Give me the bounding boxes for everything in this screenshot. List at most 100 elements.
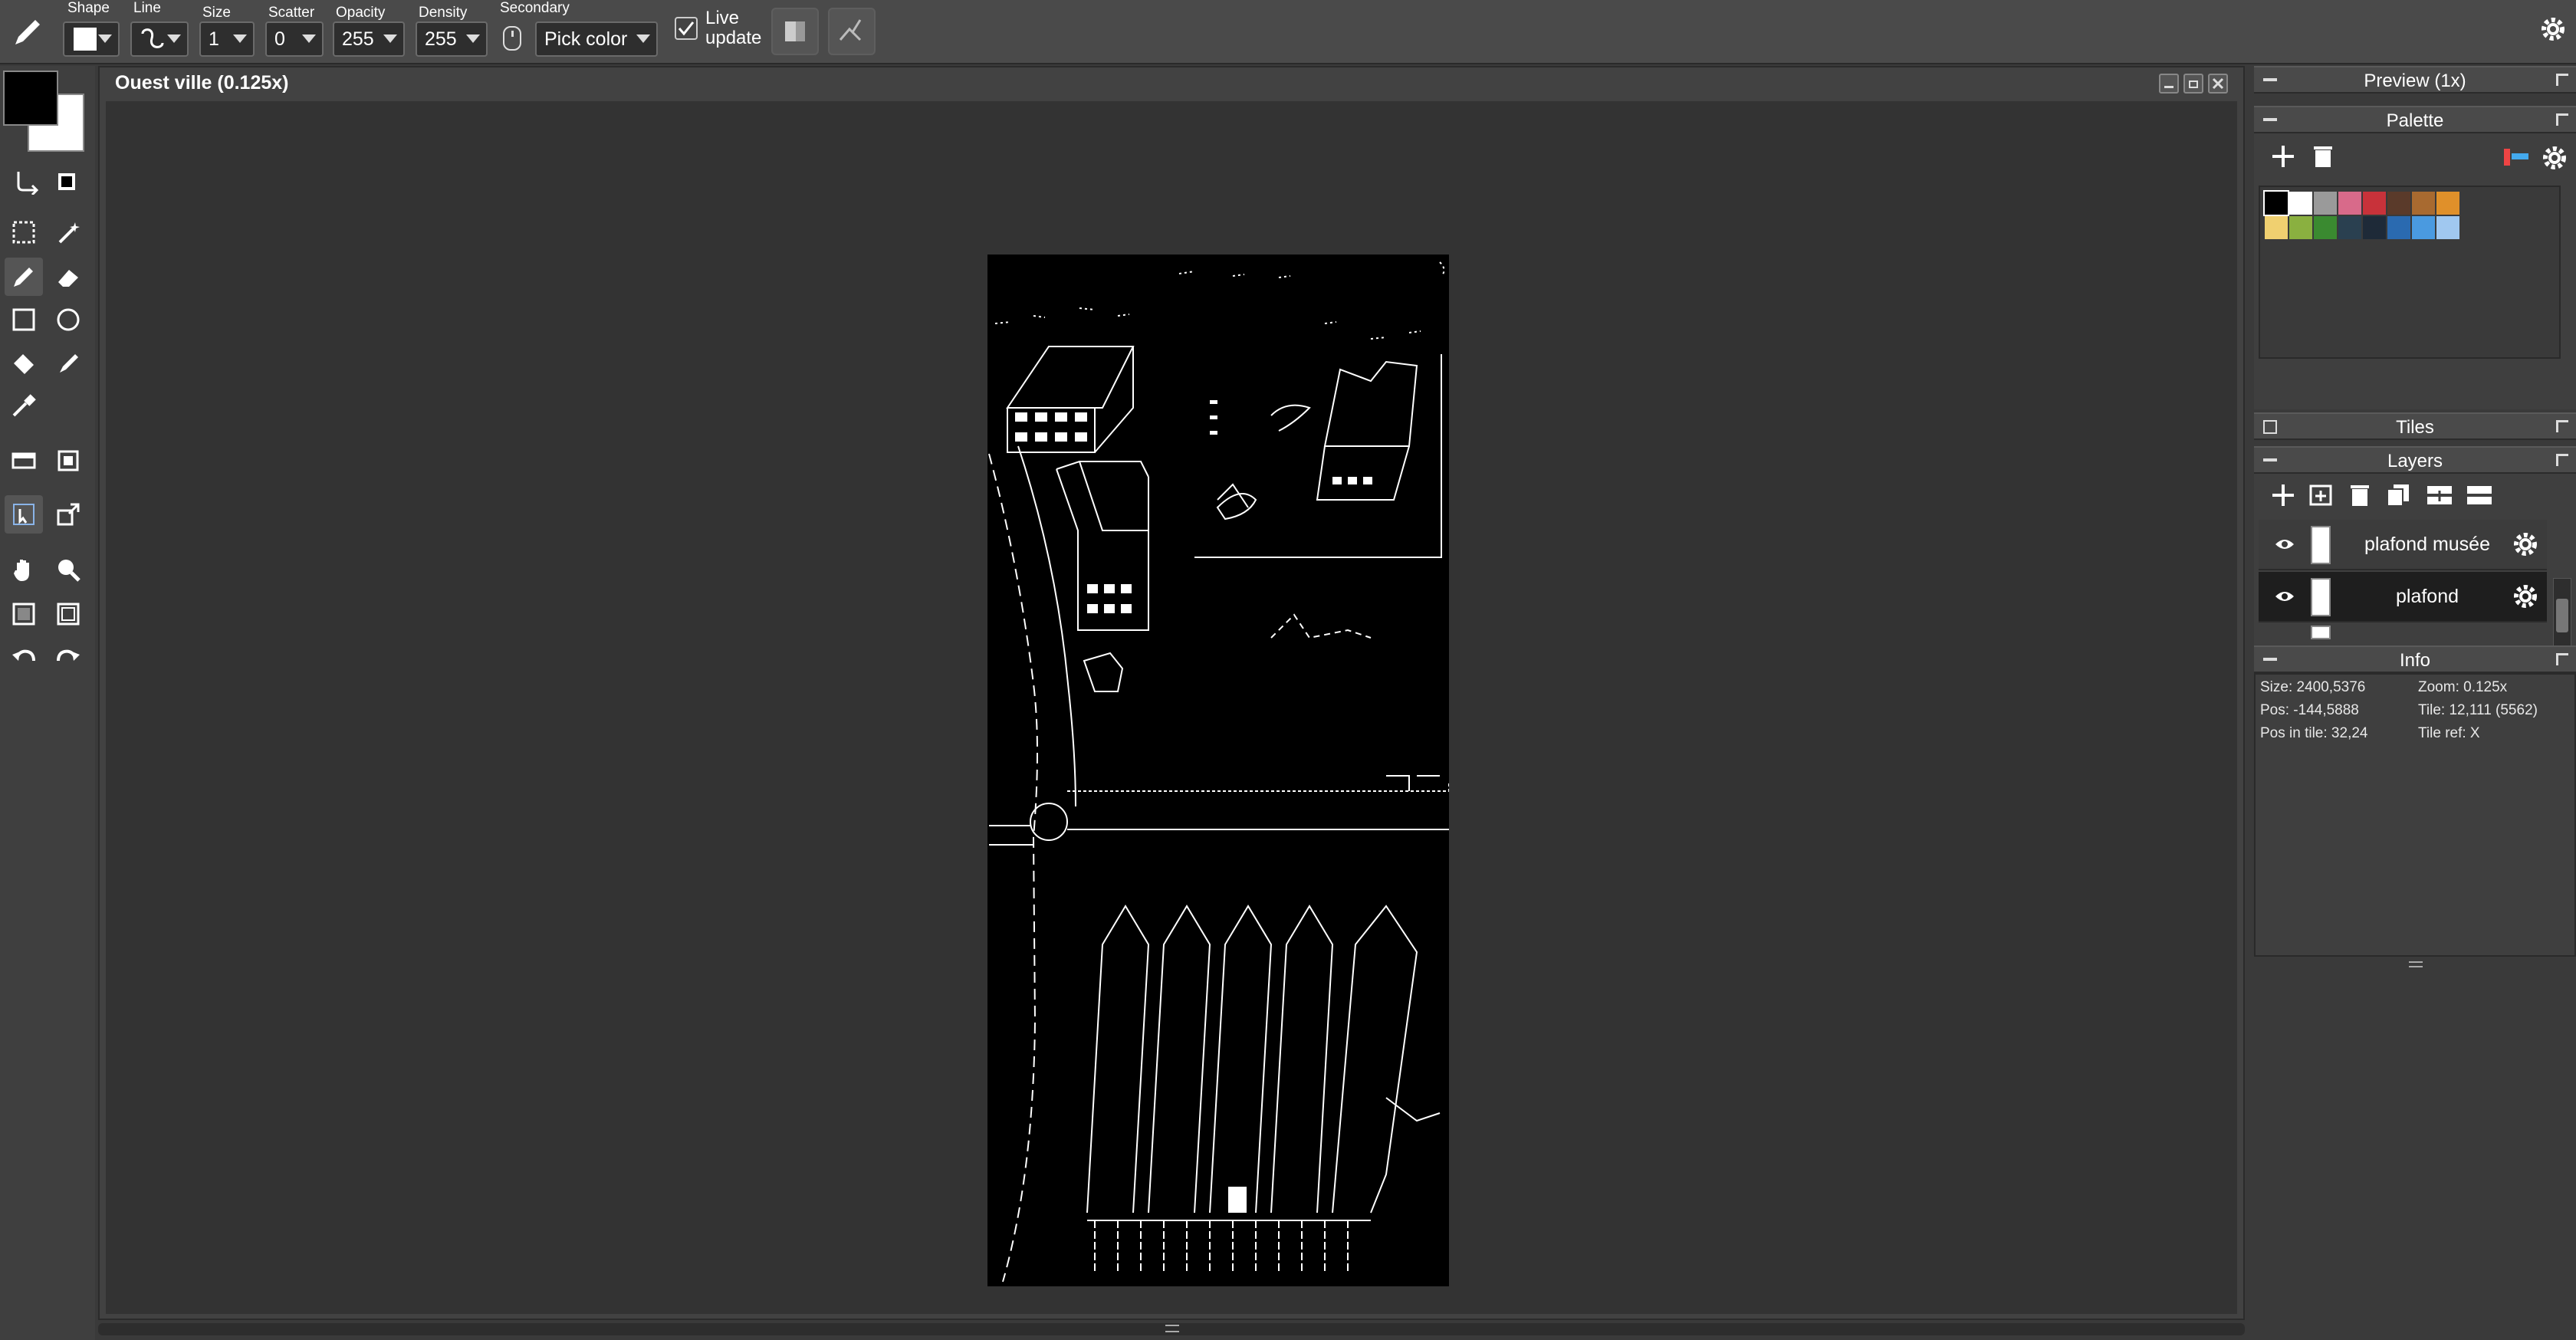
magic-wand-icon[interactable]: [49, 213, 87, 251]
palette-settings-gear-icon[interactable]: [2539, 143, 2570, 173]
info-panel-header[interactable]: Info: [2254, 645, 2576, 673]
size-label: Size: [202, 5, 231, 21]
palette-swatch[interactable]: [2412, 216, 2435, 239]
detach-icon[interactable]: [2556, 113, 2568, 126]
shape-select[interactable]: [63, 21, 120, 57]
zoom-icon[interactable]: [49, 550, 87, 589]
undo-icon[interactable]: [5, 638, 43, 676]
tiles-panel-header[interactable]: Tiles: [2254, 412, 2576, 440]
density-value: 255: [425, 28, 457, 50]
detach-icon[interactable]: [2556, 653, 2568, 665]
add-group-icon[interactable]: [2308, 481, 2335, 509]
default-colors-icon[interactable]: [48, 163, 86, 201]
eye-icon[interactable]: [2274, 589, 2295, 604]
palette-swatch[interactable]: [2338, 192, 2361, 215]
layer-name: plafond musée: [2364, 534, 2490, 555]
layer-item-selected[interactable]: plafond: [2259, 572, 2547, 622]
palette-swatch[interactable]: [2289, 192, 2312, 215]
redo-icon[interactable]: [49, 638, 87, 676]
preview-panel-header[interactable]: Preview (1x): [2254, 66, 2576, 94]
color-picker-icon[interactable]: [5, 386, 43, 425]
dock-resize-handle[interactable]: [2254, 960, 2576, 971]
close-window-button[interactable]: [2208, 74, 2228, 94]
brush-icon[interactable]: [49, 343, 87, 382]
layer-item[interactable]: plafond musée: [2259, 520, 2547, 570]
scatter-label: Scatter: [268, 5, 315, 21]
layer-settings-gear-icon[interactable]: [2510, 529, 2541, 560]
palette-swatch[interactable]: [2263, 190, 2289, 216]
curve-line-icon: [141, 28, 164, 48]
delete-layer-icon[interactable]: [2346, 481, 2374, 509]
palette-swatch-grid: [2259, 186, 2561, 359]
palette-swatch[interactable]: [2289, 216, 2312, 239]
merge-down-icon[interactable]: [2424, 481, 2455, 509]
ellipse-tool-icon[interactable]: [49, 301, 87, 339]
delete-color-icon[interactable]: [2309, 143, 2337, 170]
layer-select-icon[interactable]: [5, 495, 43, 534]
palette-options-icon[interactable]: [2501, 143, 2532, 170]
palette-swatch[interactable]: [2265, 216, 2288, 239]
detach-icon[interactable]: [2556, 420, 2568, 432]
rectangle-tool-icon[interactable]: [5, 301, 43, 339]
secondary-select[interactable]: Pick color: [535, 21, 658, 57]
city-drawing-image: [988, 261, 1450, 1283]
palette-panel-title: Palette: [2386, 110, 2444, 131]
blend-mode-button[interactable]: [771, 8, 819, 55]
opacity-select[interactable]: 255: [333, 21, 405, 57]
canvas-viewport[interactable]: [106, 101, 2237, 1314]
chevron-down-icon: [98, 34, 112, 43]
flatten-icon[interactable]: [2464, 481, 2495, 509]
live-update-checkbox[interactable]: [675, 17, 698, 40]
add-color-icon[interactable]: [2269, 143, 2297, 170]
info-pos: Pos: -144,5888: [2260, 702, 2359, 718]
palette-swatch[interactable]: [2436, 192, 2459, 215]
artwork-canvas[interactable]: [987, 255, 1450, 1286]
layers-panel-title: Layers: [2387, 451, 2443, 471]
zoom-actual-icon[interactable]: [49, 595, 87, 633]
layers-panel-header[interactable]: Layers: [2254, 446, 2576, 474]
restore-window-button[interactable]: [2183, 74, 2203, 94]
live-update-label: Live: [705, 8, 740, 28]
detach-icon[interactable]: [2556, 454, 2568, 466]
fill-bucket-icon[interactable]: [5, 343, 43, 382]
duplicate-layer-icon[interactable]: [2384, 481, 2412, 509]
settings-gear-icon[interactable]: [2538, 14, 2568, 44]
rectangle-select-icon[interactable]: [5, 213, 43, 251]
transform-tool-icon[interactable]: [49, 442, 87, 480]
palette-swatch[interactable]: [2412, 192, 2435, 215]
palette-swatch[interactable]: [2363, 192, 2386, 215]
line-select[interactable]: [130, 21, 189, 57]
pencil-icon[interactable]: [5, 258, 43, 296]
palette-swatch[interactable]: [2338, 216, 2361, 239]
density-select[interactable]: 255: [416, 21, 488, 57]
palette-swatch[interactable]: [2387, 192, 2410, 215]
add-layer-icon[interactable]: [2269, 481, 2297, 509]
primary-color-swatch[interactable]: [3, 71, 84, 152]
palette-swatch[interactable]: [2314, 216, 2337, 239]
zoom-fit-icon[interactable]: [5, 595, 43, 633]
palette-swatch[interactable]: [2387, 216, 2410, 239]
palette-swatch[interactable]: [2363, 216, 2386, 239]
layer-settings-gear-icon[interactable]: [2510, 581, 2541, 612]
swap-colors-icon[interactable]: [8, 163, 46, 201]
horizontal-scrollbar[interactable]: [98, 1320, 2245, 1340]
size-select[interactable]: 1: [199, 21, 255, 57]
chevron-down-icon: [302, 34, 316, 43]
eraser-icon[interactable]: [49, 258, 87, 296]
layer-move-icon[interactable]: [49, 495, 87, 534]
document-title: Ouest ville (0.125x): [115, 72, 289, 94]
scrollbar-grip-icon[interactable]: [1165, 1325, 1179, 1332]
pressure-curve-button[interactable]: [828, 8, 876, 55]
minimize-window-button[interactable]: [2159, 74, 2179, 94]
gradient-tool-icon[interactable]: [5, 442, 43, 480]
palette-swatch[interactable]: [2436, 216, 2459, 239]
app-window: Shape Line Size 1 Scatter 0 Opacity 255 …: [0, 0, 2576, 1340]
eye-icon[interactable]: [2274, 537, 2295, 552]
scatter-select[interactable]: 0: [265, 21, 324, 57]
layer-thumbnail: [2311, 578, 2331, 616]
palette-swatch[interactable]: [2314, 192, 2337, 215]
detach-icon[interactable]: [2556, 74, 2568, 86]
opacity-value: 255: [342, 28, 374, 50]
pan-hand-icon[interactable]: [5, 550, 43, 589]
palette-panel-header[interactable]: Palette: [2254, 106, 2576, 133]
